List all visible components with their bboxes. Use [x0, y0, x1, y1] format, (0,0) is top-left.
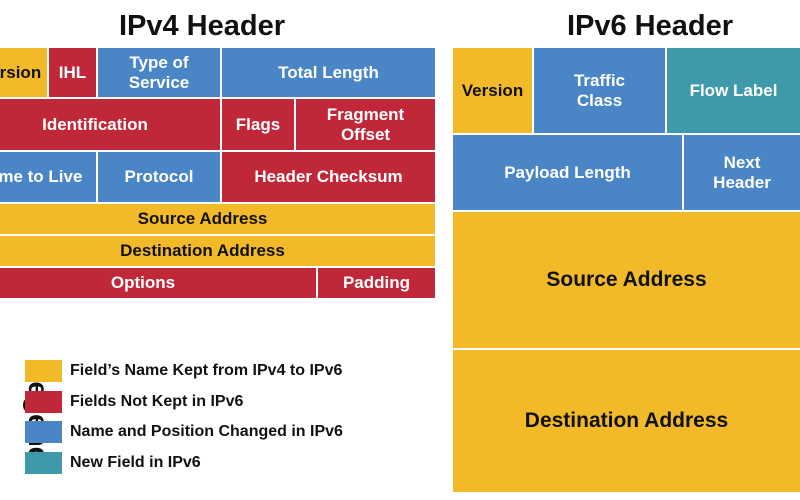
- ipv6-flow-label: Flow Label: [667, 48, 800, 133]
- ipv4-destination-address: Destination Address: [0, 236, 435, 266]
- ipv4-ihl: IHL: [49, 48, 96, 97]
- ipv6-version: Version: [453, 48, 532, 133]
- ipv4-padding: Padding: [318, 268, 435, 298]
- frag-line-1: Fragment: [326, 104, 405, 124]
- ipv6-source-address: Source Address: [453, 212, 800, 348]
- legend-swatch-new: [25, 452, 62, 474]
- ipv4-version: Version: [0, 48, 47, 97]
- legend-swatch-changed: [25, 421, 62, 443]
- legend-label-changed: Name and Position Changed in IPv6: [70, 423, 343, 440]
- ipv4-total-length: Total Length: [222, 48, 435, 97]
- legend-label-not-kept: Fields Not Kept in IPv6: [70, 393, 244, 410]
- tc-line-2: Class: [576, 90, 623, 110]
- ipv4-time-to-live: Time to Live: [0, 152, 96, 202]
- tc-line-1: Traffic: [573, 70, 626, 90]
- legend-label-new: New Field in IPv6: [70, 454, 201, 471]
- legend-swatch-not-kept: [25, 391, 62, 413]
- nh-line-2: Header: [713, 172, 771, 192]
- ipv6-payload-length: Payload Length: [453, 135, 682, 210]
- ipv4-header-checksum: Header Checksum: [222, 152, 435, 202]
- ipv4-flags: Flags: [222, 99, 294, 150]
- ipv6-next-header: Next Header: [684, 135, 800, 210]
- ipv4-title: IPv4 Header: [118, 10, 286, 42]
- ipv6-title: IPv6 Header: [566, 10, 734, 42]
- ipv4-fragment-offset: Fragment Offset: [296, 99, 435, 150]
- ipv6-destination-address: Destination Address: [453, 350, 800, 492]
- ipv4-source-address: Source Address: [0, 204, 435, 234]
- ipv6-traffic-class: Traffic Class: [534, 48, 665, 133]
- ipv4-options: Options: [0, 268, 316, 298]
- ipv4-protocol: Protocol: [98, 152, 220, 202]
- tos-line-1: Type of: [129, 52, 189, 72]
- ipv4-type-of-service: Type of Service: [98, 48, 220, 97]
- legend-swatch-kept: [25, 360, 62, 382]
- nh-line-1: Next: [723, 152, 761, 172]
- legend-label-kept: Field’s Name Kept from IPv4 to IPv6: [70, 362, 343, 379]
- tos-line-2: Service: [128, 72, 190, 92]
- ipv4-identification: Identification: [0, 99, 220, 150]
- frag-line-2: Offset: [340, 124, 391, 144]
